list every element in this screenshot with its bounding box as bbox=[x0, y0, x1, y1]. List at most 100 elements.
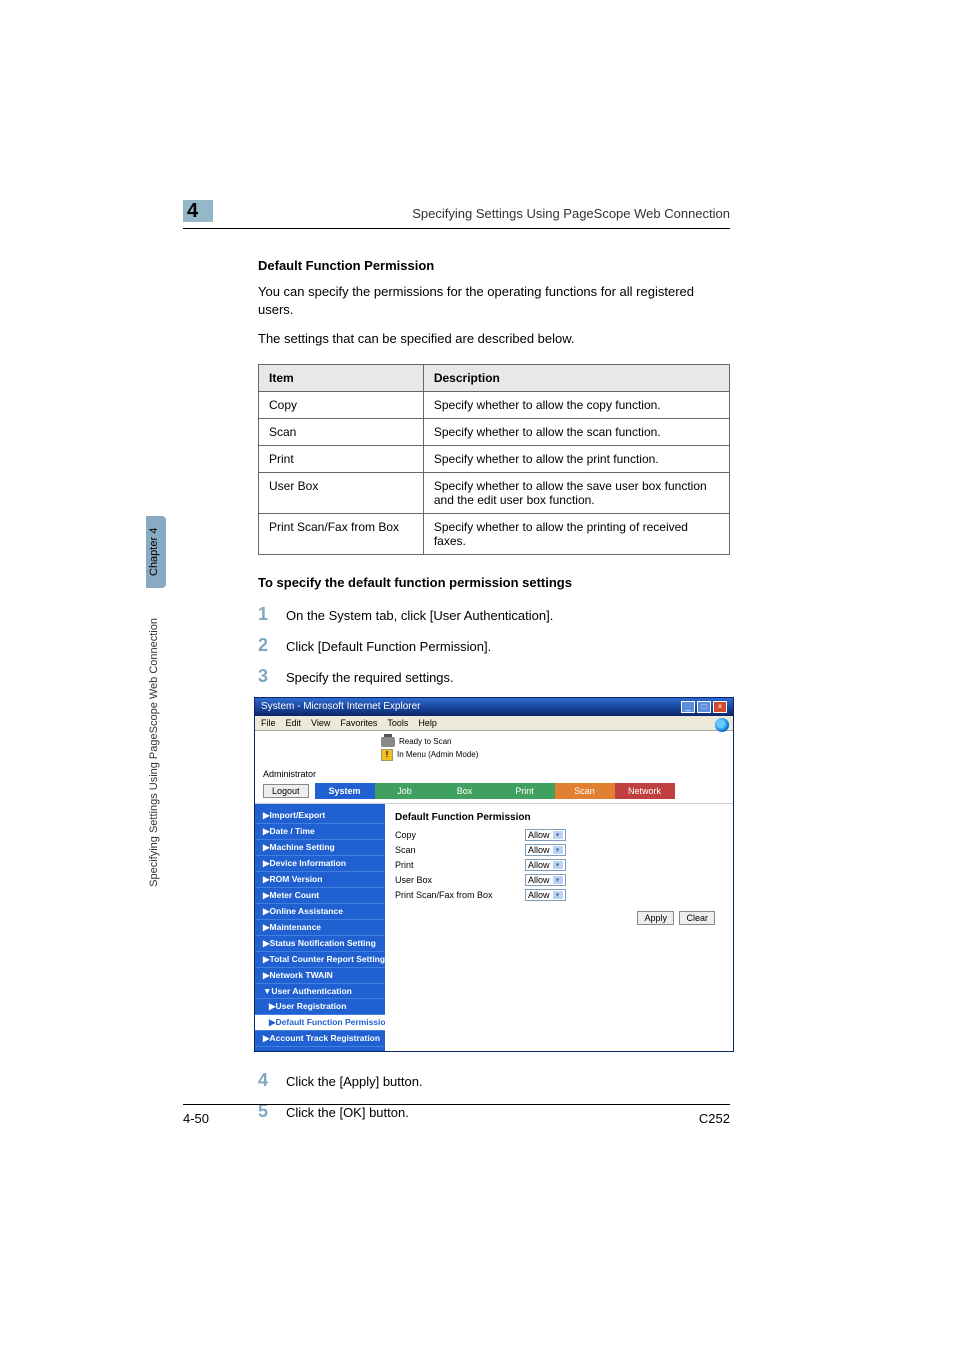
select-value: Allow bbox=[528, 875, 550, 885]
table-cell-item: User Box bbox=[259, 472, 424, 513]
table-row: Print Scan/Fax from BoxSpecify whether t… bbox=[259, 513, 730, 554]
tab-print[interactable]: Print bbox=[495, 783, 555, 799]
table-row: PrintSpecify whether to allow the print … bbox=[259, 445, 730, 472]
settings-paragraph: The settings that can be specified are d… bbox=[258, 330, 730, 348]
allow-select[interactable]: Allow▾ bbox=[525, 889, 566, 901]
status-ready: Ready to Scan bbox=[399, 737, 451, 746]
main-panel: Default Function Permission CopyAllow▾Sc… bbox=[385, 804, 733, 1051]
window-title: System - Microsoft Internet Explorer bbox=[261, 701, 421, 712]
subsection-title: To specify the default function permissi… bbox=[258, 575, 730, 590]
sidebar-item[interactable]: ▶Online Assistance bbox=[255, 904, 385, 920]
table-head-desc: Description bbox=[423, 364, 729, 391]
select-value: Allow bbox=[528, 830, 550, 840]
step-number: 2 bbox=[258, 635, 286, 656]
user-label: Administrator bbox=[263, 769, 725, 779]
ie-logo-icon bbox=[715, 718, 729, 732]
sidebar-item[interactable]: ▼User Authentication bbox=[255, 984, 385, 999]
sidebar-item[interactable]: ▶User Registration bbox=[255, 999, 385, 1015]
menu-view[interactable]: View bbox=[311, 718, 330, 728]
form-row: Print Scan/Fax from BoxAllow▾ bbox=[395, 889, 723, 901]
table-cell-desc: Specify whether to allow the print funct… bbox=[423, 445, 729, 472]
logout-button[interactable]: Logout bbox=[263, 784, 309, 798]
step-4: 4 Click the [Apply] button. bbox=[258, 1070, 730, 1091]
sidebar-item[interactable]: ▶Device Information bbox=[255, 856, 385, 872]
menu-favorites[interactable]: Favorites bbox=[340, 718, 377, 728]
sidebar-item[interactable]: ▶Account Track Registration bbox=[255, 1031, 385, 1047]
sidebar-item[interactable]: ▶ROM Version bbox=[255, 872, 385, 888]
sidebar-item[interactable]: ▶Maintenance bbox=[255, 920, 385, 936]
menu-file[interactable]: File bbox=[261, 718, 276, 728]
allow-select[interactable]: Allow▾ bbox=[525, 844, 566, 856]
sidebar-item[interactable]: ▶Status Notification Setting bbox=[255, 936, 385, 952]
tab-network[interactable]: Network bbox=[615, 783, 675, 799]
browser-screenshot: System - Microsoft Internet Explorer _ □… bbox=[254, 697, 734, 1052]
step-text: Specify the required settings. bbox=[286, 670, 454, 685]
table-cell-desc: Specify whether to allow the copy functi… bbox=[423, 391, 729, 418]
tab-system[interactable]: System bbox=[315, 783, 375, 799]
menu-edit[interactable]: Edit bbox=[286, 718, 302, 728]
sidebar-item[interactable]: ▶Default Function Permission bbox=[255, 1015, 385, 1031]
menu-tools[interactable]: Tools bbox=[387, 718, 408, 728]
form-label: Copy bbox=[395, 830, 525, 840]
tab-job[interactable]: Job bbox=[375, 783, 435, 799]
chevron-down-icon: ▾ bbox=[553, 876, 563, 884]
side-chapter-tab: Chapter 4 bbox=[146, 516, 166, 588]
step-2: 2 Click [Default Function Permission]. bbox=[258, 635, 730, 656]
table-cell-desc: Specify whether to allow the save user b… bbox=[423, 472, 729, 513]
step-3: 3 Specify the required settings. bbox=[258, 666, 730, 687]
table-head-item: Item bbox=[259, 364, 424, 391]
menu-help[interactable]: Help bbox=[418, 718, 437, 728]
table-cell-item: Print bbox=[259, 445, 424, 472]
form-label: Scan bbox=[395, 845, 525, 855]
table-cell-desc: Specify whether to allow the scan functi… bbox=[423, 418, 729, 445]
window-titlebar: System - Microsoft Internet Explorer _ □… bbox=[255, 698, 733, 716]
clear-button[interactable]: Clear bbox=[679, 911, 715, 925]
sidebar-item[interactable]: ▶Import/Export bbox=[255, 808, 385, 824]
tab-box[interactable]: Box bbox=[435, 783, 495, 799]
chevron-down-icon: ▾ bbox=[553, 861, 563, 869]
sidebar-item[interactable]: ▶Meter Count bbox=[255, 888, 385, 904]
select-value: Allow bbox=[528, 860, 550, 870]
page-footer: 4-50 C252 bbox=[183, 1104, 730, 1126]
close-icon[interactable]: × bbox=[713, 701, 727, 713]
select-value: Allow bbox=[528, 845, 550, 855]
browser-menubar[interactable]: File Edit View Favorites Tools Help bbox=[255, 716, 733, 731]
allow-select[interactable]: Allow▾ bbox=[525, 829, 566, 841]
chapter-number-badge: 4 bbox=[183, 200, 213, 222]
sidebar-item[interactable]: ▶Date / Time bbox=[255, 824, 385, 840]
table-row: ScanSpecify whether to allow the scan fu… bbox=[259, 418, 730, 445]
status-mode: In Menu (Admin Mode) bbox=[397, 750, 478, 759]
settings-table: Item Description CopySpecify whether to … bbox=[258, 364, 730, 555]
step-number: 4 bbox=[258, 1070, 286, 1091]
panel-title: Default Function Permission bbox=[395, 812, 723, 823]
step-number: 1 bbox=[258, 604, 286, 625]
maximize-icon[interactable]: □ bbox=[697, 701, 711, 713]
step-text: Click the [Apply] button. bbox=[286, 1074, 423, 1089]
side-vertical-label: Specifying Settings Using PageScope Web … bbox=[146, 612, 166, 893]
step-text: On the System tab, click [User Authentic… bbox=[286, 608, 553, 623]
sidebar-item[interactable]: ▶Network TWAIN bbox=[255, 968, 385, 984]
chevron-down-icon: ▾ bbox=[553, 846, 563, 854]
sidebar: ▶Import/Export▶Date / Time▶Machine Setti… bbox=[255, 804, 385, 1051]
form-label: Print Scan/Fax from Box bbox=[395, 890, 525, 900]
table-cell-desc: Specify whether to allow the printing of… bbox=[423, 513, 729, 554]
apply-button[interactable]: Apply bbox=[637, 911, 674, 925]
sidebar-item[interactable]: ▶Total Counter Report Setting bbox=[255, 952, 385, 968]
step-1: 1 On the System tab, click [User Authent… bbox=[258, 604, 730, 625]
sidebar-item[interactable]: ▶Machine Setting bbox=[255, 840, 385, 856]
minimize-icon[interactable]: _ bbox=[681, 701, 695, 713]
printer-icon bbox=[381, 737, 395, 747]
form-row: User BoxAllow▾ bbox=[395, 874, 723, 886]
warning-icon: ! bbox=[381, 749, 393, 761]
intro-paragraph: You can specify the permissions for the … bbox=[258, 283, 730, 318]
chevron-down-icon: ▾ bbox=[553, 891, 563, 899]
running-head: Specifying Settings Using PageScope Web … bbox=[412, 206, 730, 221]
table-row: User BoxSpecify whether to allow the sav… bbox=[259, 472, 730, 513]
form-row: PrintAllow▾ bbox=[395, 859, 723, 871]
allow-select[interactable]: Allow▾ bbox=[525, 874, 566, 886]
step-text: Click [Default Function Permission]. bbox=[286, 639, 491, 654]
tab-scan[interactable]: Scan bbox=[555, 783, 615, 799]
allow-select[interactable]: Allow▾ bbox=[525, 859, 566, 871]
table-cell-item: Scan bbox=[259, 418, 424, 445]
model-label: C252 bbox=[699, 1111, 730, 1126]
